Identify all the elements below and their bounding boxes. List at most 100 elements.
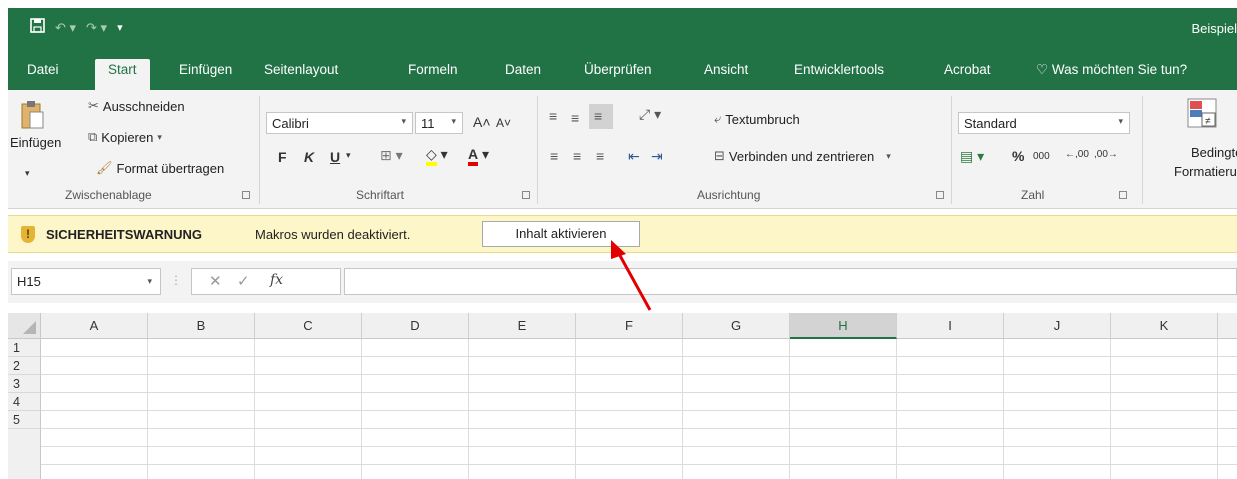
column-header[interactable]: G (683, 313, 790, 339)
tab-entwicklertools[interactable]: Entwicklertools (794, 62, 884, 77)
chevron-down-icon: ▾ (1118, 116, 1123, 126)
merge-icon: ⊟ (714, 148, 725, 163)
accounting-format-icon[interactable]: ▤ ▾ (960, 148, 984, 165)
increase-decimal-label: ,00 (1075, 149, 1089, 160)
brush-icon: 🖌 (96, 160, 113, 175)
column-header[interactable]: C (255, 313, 362, 339)
bold-button[interactable]: F (278, 149, 287, 165)
group-label-alignment: Ausrichtung (697, 188, 761, 202)
number-format-combo[interactable]: Standard ▾ (958, 112, 1130, 134)
row-header[interactable]: 4 (8, 393, 41, 411)
copy-label: Kopieren (101, 129, 154, 145)
tab-ansicht[interactable]: Ansicht (704, 62, 748, 77)
align-center-icon[interactable]: ≡ (573, 148, 581, 164)
conditional-formatting-label-2[interactable]: Formatierung (1174, 164, 1237, 179)
fill-color-icon[interactable]: ◇ ▾ (426, 146, 448, 166)
column-header-selected[interactable]: H (790, 313, 897, 339)
italic-button[interactable]: K (304, 149, 314, 165)
enable-content-button[interactable]: Inhalt aktivieren (482, 221, 640, 247)
row-header[interactable]: 1 (8, 339, 41, 357)
tab-start[interactable]: Start (95, 59, 150, 90)
tab-daten[interactable]: Daten (505, 62, 541, 77)
column-header[interactable]: I (897, 313, 1004, 339)
orientation-icon[interactable]: ⤢ ▾ (639, 106, 661, 123)
column-header[interactable]: F (576, 313, 683, 339)
merge-center-button[interactable]: ⊟ Verbinden und zentrieren ▾ (714, 148, 891, 164)
formula-input[interactable] (344, 268, 1237, 295)
font-name-value: Calibri (272, 115, 309, 131)
percent-button[interactable]: % (1012, 148, 1024, 164)
underline-button[interactable]: U (330, 149, 340, 165)
align-top-icon[interactable]: ≡ (549, 108, 557, 124)
customize-qat-icon[interactable]: ▾ (117, 21, 123, 34)
font-name-combo[interactable]: Calibri ▾ (266, 112, 413, 134)
font-size-combo[interactable]: 11 ▾ (415, 112, 463, 134)
font-color-icon[interactable]: A ▾ (468, 146, 489, 166)
column-header[interactable]: K (1111, 313, 1218, 339)
copy-button[interactable]: ⧉ Kopieren ▾ (88, 129, 162, 145)
enter-check-icon[interactable]: ✓ (237, 272, 250, 290)
paste-button[interactable]: Einfügen (10, 100, 61, 150)
paste-dropdown-icon[interactable]: ▾ (25, 168, 30, 179)
increase-font-icon[interactable]: A˄ (473, 114, 491, 130)
cell-area[interactable] (41, 339, 1237, 479)
column-header[interactable]: A (41, 313, 148, 339)
tab-formeln[interactable]: Formeln (408, 62, 458, 77)
wrap-text-button[interactable]: ⤶ Textumbruch (714, 111, 800, 127)
increase-decimal-button[interactable]: ←,00 (1065, 149, 1089, 160)
decrease-indent-icon[interactable]: ⇤ (628, 148, 640, 165)
insert-function-icon[interactable]: fx (270, 272, 283, 288)
conditional-formatting-label-1[interactable]: Bedingte (1191, 145, 1237, 160)
title-bar: ↶ ▾ ↷ ▾ ▾ Beispiel (8, 8, 1237, 53)
row-header[interactable]: 5 (8, 411, 41, 429)
name-box[interactable]: H15 ▾ (11, 268, 161, 295)
format-painter-label: Format übertragen (116, 160, 225, 176)
chevron-down-icon: ▾ (451, 116, 456, 126)
security-warning-title: SICHERHEITSWARNUNG (46, 227, 203, 242)
undo-icon[interactable]: ↶ ▾ (55, 20, 76, 36)
resize-handle-icon[interactable]: ⋮ (170, 273, 182, 287)
clipboard-launcher-icon[interactable] (242, 191, 250, 199)
thousands-button[interactable]: 000 (1033, 151, 1050, 162)
cancel-icon[interactable]: ✕ (209, 272, 222, 290)
conditional-formatting-icon[interactable]: ≠ (1187, 98, 1217, 131)
align-bottom-icon[interactable]: ≡ (589, 104, 613, 129)
column-header-partial[interactable] (1218, 313, 1237, 339)
security-warning-text: Makros wurden deaktiviert. (255, 227, 411, 242)
align-left-icon[interactable]: ≡ (550, 148, 558, 164)
tab-datei[interactable]: Datei (27, 62, 59, 77)
chevron-down-icon: ▾ (147, 276, 152, 286)
decrease-decimal-button[interactable]: ,00→ (1094, 149, 1118, 160)
save-icon[interactable] (30, 18, 45, 37)
wrap-text-icon: ⤶ (714, 111, 722, 126)
format-painter-button[interactable]: 🖌 Format übertragen (96, 160, 224, 176)
align-middle-icon[interactable]: ≡ (571, 110, 579, 126)
group-label-number: Zahl (1021, 188, 1045, 202)
name-box-value: H15 (17, 274, 41, 289)
wrap-text-label: Textumbruch (725, 111, 800, 127)
row-header[interactable]: 3 (8, 375, 41, 393)
font-launcher-icon[interactable] (522, 191, 530, 199)
ribbon: Einfügen ▾ ✂ Ausschneiden ⧉ Kopieren ▾ 🖌… (8, 90, 1237, 209)
increase-indent-icon[interactable]: ⇥ (651, 148, 663, 165)
tab-seitenlayout[interactable]: Seitenlayout (264, 62, 338, 77)
alignment-launcher-icon[interactable] (936, 191, 944, 199)
row-header[interactable]: 2 (8, 357, 41, 375)
select-all-button[interactable] (8, 313, 41, 339)
column-header[interactable]: E (469, 313, 576, 339)
underline-dropdown-icon[interactable]: ▾ (346, 150, 351, 161)
number-launcher-icon[interactable] (1119, 191, 1127, 199)
tab-ueberpruefen[interactable]: Überprüfen (584, 62, 652, 77)
column-header[interactable]: J (1004, 313, 1111, 339)
tab-einfuegen[interactable]: Einfügen (179, 62, 232, 77)
tab-acrobat[interactable]: Acrobat (944, 62, 991, 77)
cut-button[interactable]: ✂ Ausschneiden (88, 98, 185, 114)
redo-icon[interactable]: ↷ ▾ (86, 20, 107, 36)
tell-me-box[interactable]: ♡ Was möchten Sie tun? (1036, 62, 1187, 78)
column-header[interactable]: D (362, 313, 469, 339)
column-header[interactable]: B (148, 313, 255, 339)
align-right-icon[interactable]: ≡ (596, 148, 604, 164)
lightbulb-icon: ♡ (1036, 62, 1049, 77)
decrease-font-icon[interactable]: A˅ (496, 116, 511, 130)
borders-icon[interactable]: ⊞ ▾ (380, 147, 403, 164)
